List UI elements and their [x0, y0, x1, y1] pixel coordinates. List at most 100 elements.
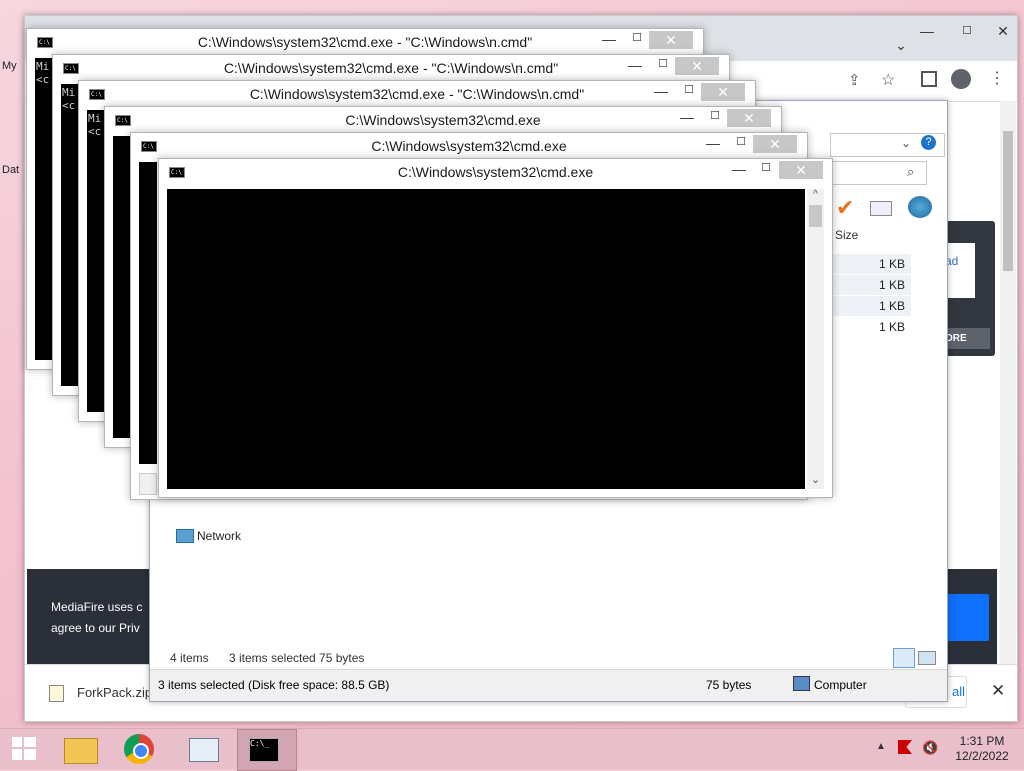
show-all-label: all [952, 684, 966, 699]
volume-muted-icon[interactable]: 🔇 [922, 740, 938, 756]
close-button[interactable]: ✕ [649, 31, 693, 49]
cookie-banner-line: MediaFire uses c [51, 600, 143, 614]
clock-time: 1:31 PM [959, 734, 1005, 748]
console-area[interactable] [139, 162, 157, 464]
nav-network[interactable]: Network [197, 529, 241, 543]
maximize-button[interactable]: ☐ [677, 83, 701, 103]
scroll-down-icon[interactable]: ⌄ [807, 473, 824, 487]
side-panel-icon[interactable] [921, 71, 937, 87]
chrome-icon-center [133, 743, 149, 759]
zip-file-icon [49, 685, 64, 702]
console-text: Mi <c [36, 60, 50, 86]
maximize-button[interactable]: ☐ [729, 135, 753, 155]
windows-logo-icon [24, 749, 36, 760]
promo-more-button[interactable]: ORE [945, 328, 990, 349]
minimize-button[interactable]: — [623, 57, 647, 77]
title-bar[interactable]: C:\ C:\Windows\system32\cmd.exe — ☐ ✕ [159, 159, 832, 185]
title-bar[interactable]: C:\ C:\Windows\system32\cmd.exe - "C:\Wi… [79, 81, 755, 107]
windows-logo-icon [24, 737, 36, 747]
close-button[interactable]: ✕ [753, 135, 797, 153]
file-size-cell: 1 KB [833, 254, 911, 274]
title-bar[interactable]: C:\ C:\Windows\system32\cmd.exe — ☐ ✕ [105, 107, 781, 133]
close-button[interactable]: ✕ [675, 57, 719, 75]
address-dropdown[interactable]: ⌄ ? [830, 133, 945, 157]
start-button[interactable] [0, 729, 48, 769]
console-text: Mi <c [62, 86, 76, 112]
tray-overflow-icon[interactable]: ▲ [876, 741, 886, 752]
help-icon[interactable]: ? [921, 135, 936, 150]
taskbar-task-manager[interactable] [175, 729, 233, 769]
scrollbar-thumb[interactable] [1003, 131, 1013, 271]
status-bar: 3 items selected (Disk free space: 88.5 … [150, 669, 947, 701]
share-icon[interactable]: ⇪ [848, 71, 861, 89]
minimize-button[interactable]: — [905, 20, 949, 42]
file-size-cell: 1 KB [833, 275, 911, 295]
bookmark-star-icon[interactable]: ☆ [881, 70, 895, 90]
desktop-icon-label[interactable]: Dat [2, 164, 19, 176]
close-download-bar-icon[interactable]: ✕ [991, 681, 1005, 701]
column-header-size[interactable]: Size [835, 228, 858, 242]
large-icons-view-icon[interactable] [918, 651, 936, 665]
title-bar[interactable]: C:\ C:\Windows\system32\cmd.exe — ☐ ✕ [131, 133, 807, 159]
console-text: Mi <c [88, 112, 102, 138]
close-button[interactable]: ✕ [981, 20, 1024, 42]
clock[interactable]: 1:31 PM 12/2/2022 [944, 734, 1020, 764]
minimize-button[interactable]: — [649, 83, 673, 103]
computer-icon [793, 676, 810, 691]
console-area[interactable] [167, 189, 805, 489]
maximize-button[interactable]: ☐ [754, 161, 778, 181]
scrollbar-box [139, 473, 157, 495]
status-selected: 3 items selected (Disk free space: 88.5 … [158, 678, 390, 692]
maximize-button[interactable]: ☐ [703, 109, 727, 129]
maximize-button[interactable]: ☐ [625, 31, 649, 51]
status-location: Computer [814, 678, 867, 692]
network-icon [176, 529, 194, 543]
close-button[interactable]: ✕ [727, 109, 771, 127]
promo-panel-card: ad [945, 243, 975, 298]
cookie-banner-line: agree to our Priv [51, 621, 140, 635]
search-input[interactable]: ⌕ [830, 161, 927, 185]
close-button[interactable]: ✕ [779, 161, 823, 179]
file-size-cell: 1 KB [833, 296, 911, 316]
scroll-up-icon[interactable]: ^ [807, 189, 824, 203]
folder-icon [64, 738, 98, 764]
title-bar[interactable]: C:\ C:\Windows\system32\cmd.exe - "C:\Wi… [53, 55, 729, 81]
minimize-button[interactable]: — [675, 109, 699, 129]
chevron-down-icon[interactable]: ⌄ [901, 136, 911, 150]
cmd-window-active[interactable]: C:\ C:\Windows\system32\cmd.exe — ☐ ✕ ^ … [158, 158, 833, 498]
file-size-cell: 1 KB [833, 317, 911, 337]
cookie-accept-button[interactable] [945, 594, 989, 641]
details-view-icon[interactable] [893, 648, 915, 668]
console-area[interactable]: Mi <c [61, 84, 79, 386]
taskbar-file-explorer[interactable] [52, 729, 110, 769]
console-area[interactable] [113, 136, 131, 438]
console-area[interactable]: Mi <c [87, 110, 105, 412]
windows-logo-icon [12, 749, 22, 760]
windows-logo-icon [12, 737, 22, 747]
mail-icon[interactable] [870, 201, 892, 216]
taskbar: C:\_ ▲ 🔇 1:31 PM 12/2/2022 [0, 728, 1024, 771]
console-area[interactable]: Mi <c [35, 58, 53, 360]
console-scrollbar[interactable]: ^ ⌄ [807, 189, 824, 489]
download-filename[interactable]: ForkPack.zip [77, 685, 152, 700]
minimize-button[interactable]: — [701, 135, 725, 155]
profile-avatar-icon[interactable] [951, 69, 971, 89]
clock-date: 12/2/2022 [955, 749, 1009, 763]
status-size: 75 bytes [706, 678, 752, 692]
minimize-button[interactable]: — [597, 31, 621, 51]
performance-monitor-icon [189, 738, 219, 762]
close-button[interactable]: ✕ [701, 83, 745, 101]
title-bar[interactable]: C:\ C:\Windows\system32\cmd.exe - "C:\Wi… [27, 29, 703, 55]
checkmark-icon[interactable]: ✔ [836, 195, 854, 221]
desktop-icon-label[interactable]: My [2, 60, 17, 72]
minimize-button[interactable]: — [727, 161, 751, 181]
taskbar-cmd[interactable]: C:\_ [237, 729, 297, 771]
menu-dots-icon[interactable]: ⋮ [989, 68, 1005, 88]
page-scrollbar[interactable] [1000, 101, 1016, 666]
taskbar-chrome[interactable] [112, 729, 170, 769]
scrollbar-thumb[interactable] [809, 205, 822, 227]
action-center-flag-icon[interactable] [898, 740, 912, 754]
maximize-button[interactable]: ☐ [651, 57, 675, 77]
items-count: 4 items [170, 651, 209, 665]
shell-icon[interactable] [908, 196, 932, 218]
